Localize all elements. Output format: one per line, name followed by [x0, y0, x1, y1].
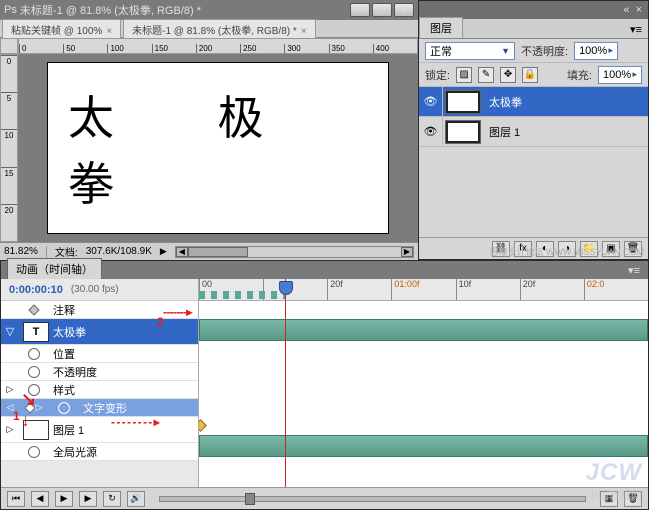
document-tabs: 粘贴关键帧 @ 100%× 未标题-1 @ 81.8% (太极拳, RGB/8)… — [0, 20, 418, 38]
expand-icon[interactable]: ▷ — [7, 424, 14, 435]
comments-track[interactable]: 注释 — [1, 301, 198, 319]
collapse-icon[interactable]: « — [623, 4, 629, 16]
scroll-left-icon[interactable]: ◀ — [176, 247, 188, 257]
window-title: 未标题-1 @ 81.8% (太极拳, RGB/8) * — [20, 2, 201, 18]
layer-row[interactable]: 👁 T 太极拳 — [419, 87, 648, 117]
rewind-button[interactable]: ⏮ — [7, 491, 25, 507]
close-icon[interactable]: × — [636, 4, 642, 16]
prev-frame-button[interactable]: ◀ — [31, 491, 49, 507]
layer-row[interactable]: 👁 图层 1 — [419, 117, 648, 147]
close-button[interactable]: × — [394, 3, 414, 17]
current-time[interactable]: 0:00:00:10 — [9, 284, 63, 296]
panel-menu-icon[interactable]: ▾≡ — [620, 262, 648, 279]
stopwatch-icon[interactable] — [28, 446, 40, 458]
property-text-warp[interactable]: ◁ ▷ 文字变形 — [1, 399, 198, 417]
canvas-text-layer[interactable]: 太 极 拳 — [68, 82, 408, 214]
app-icon: Ps — [4, 4, 17, 16]
lock-transparency-icon[interactable]: ▨ — [456, 67, 472, 83]
layer-thumbnail[interactable] — [445, 120, 481, 144]
next-frame-button[interactable]: ▶ — [79, 491, 97, 507]
watermark-text: 中国教程网 — [587, 487, 642, 503]
expand-icon[interactable]: ▽ — [6, 325, 14, 338]
lock-pixels-icon[interactable]: ✎ — [478, 67, 494, 83]
layer-name[interactable]: 图层 1 — [483, 124, 526, 140]
close-icon[interactable]: × — [301, 26, 307, 37]
doc-size-value: 307.6K/108.9K — [86, 246, 152, 257]
tab-layers[interactable]: 图层 — [419, 17, 463, 38]
canvas[interactable]: 太 极 拳 — [48, 63, 388, 233]
ruler-horizontal[interactable]: 050100150200250300350400 — [18, 38, 418, 54]
layers-list: 👁 T 太极拳 👁 图层 1 — [419, 87, 648, 237]
stopwatch-icon[interactable] — [28, 348, 40, 360]
lock-label: 锁定: — [425, 67, 450, 83]
watermark-logo: JCW — [586, 459, 642, 487]
expand-icon[interactable]: ▷ — [7, 384, 14, 395]
property-global-light[interactable]: 全局光源 — [1, 443, 198, 461]
visibility-icon[interactable]: 👁 — [424, 95, 438, 108]
work-area-bar[interactable] — [199, 291, 285, 299]
opacity-label: 不透明度: — [521, 43, 568, 59]
lock-position-icon[interactable]: ✥ — [500, 67, 516, 83]
layer-duration-bar[interactable] — [199, 435, 648, 457]
timeline-header-left: 0:00:00:10 (30.00 fps) — [1, 279, 198, 301]
timeline-tracks-area[interactable]: 00 20f 01:00f 10f 20f 02:0 — [199, 279, 648, 487]
blend-mode-select[interactable]: 正常▼ — [425, 42, 515, 60]
layer-thumbnail[interactable]: T — [445, 90, 481, 114]
panel-menu-icon[interactable]: ▾≡ — [624, 21, 648, 38]
timeline-ruler[interactable]: 00 20f 01:00f 10f 20f 02:0 — [199, 279, 648, 301]
visibility-icon[interactable]: 👁 — [424, 125, 438, 138]
timeline-zoom-slider[interactable] — [159, 496, 586, 502]
stopwatch-icon[interactable] — [58, 402, 70, 414]
layer-duration-bar[interactable] — [199, 319, 648, 341]
chevron-down-icon: ▼ — [501, 46, 510, 56]
property-opacity[interactable]: 不透明度 — [1, 363, 198, 381]
timeline-footer: ⏮ ◀ ▶ ▶ ↻ 🔊 ▦ 🗑 — [1, 487, 648, 509]
play-button[interactable]: ▶ — [55, 491, 73, 507]
watermark-text: 思缘设计论坛 WWW.MISSYUAN.COM — [490, 245, 645, 258]
property-style[interactable]: ▷ 样式 — [1, 381, 198, 399]
playhead-handle[interactable] — [279, 281, 293, 295]
property-position[interactable]: 位置 — [1, 345, 198, 363]
lock-all-icon[interactable]: 🔒 — [522, 67, 538, 83]
canvas-viewport[interactable]: 太 极 拳 — [18, 54, 418, 242]
scrollbar-thumb[interactable] — [188, 247, 248, 257]
timeline-layer-row[interactable]: ▷ 图层 1 — [1, 417, 198, 443]
timeline-layer-thumbnail — [23, 420, 49, 440]
slider-thumb[interactable] — [245, 493, 255, 505]
timeline-layer-row[interactable]: ▽ T太极拳 — [1, 319, 198, 345]
audio-button[interactable]: 🔊 — [127, 491, 145, 507]
fps-display[interactable]: (30.00 fps) — [71, 284, 119, 295]
fill-input[interactable]: 100%▸ — [598, 66, 642, 84]
window-titlebar[interactable]: Ps 未标题-1 @ 81.8% (太极拳, RGB/8) * ─ □ × — [0, 0, 418, 20]
zoom-level[interactable]: 81.82% — [4, 246, 38, 257]
timeline-panel: 动画（时间轴） ▾≡ 0:00:00:10 (30.00 fps) 注释 ▽ T… — [0, 260, 649, 510]
loop-button[interactable]: ↻ — [103, 491, 121, 507]
document-window: Ps 未标题-1 @ 81.8% (太极拳, RGB/8) * ─ □ × 粘贴… — [0, 0, 418, 260]
playhead-line[interactable] — [285, 279, 286, 487]
ruler-origin[interactable] — [0, 38, 18, 54]
keyframe-icon[interactable] — [28, 304, 39, 315]
layers-panel: « × 图层 ▾≡ 正常▼ 不透明度: 100%▸ — [418, 0, 649, 260]
stopwatch-icon[interactable] — [28, 366, 40, 378]
layer-name[interactable]: 太极拳 — [483, 94, 528, 110]
maximize-button[interactable]: □ — [372, 3, 392, 17]
doc-size-label: 文档: — [55, 244, 78, 259]
fill-label: 填充: — [567, 67, 592, 83]
scroll-right-icon[interactable]: ▶ — [401, 247, 413, 257]
info-menu-icon[interactable]: ▶ — [160, 246, 167, 257]
opacity-input[interactable]: 100%▸ — [574, 42, 618, 60]
keyframe-nav-icon[interactable] — [24, 402, 35, 413]
close-icon[interactable]: × — [106, 26, 112, 37]
stopwatch-icon[interactable] — [28, 384, 40, 396]
scrollbar-horizontal[interactable]: ◀ ▶ — [175, 246, 414, 258]
document-tab-2[interactable]: 未标题-1 @ 81.8% (太极拳, RGB/8) *× — [123, 19, 315, 39]
document-tab-1[interactable]: 粘贴关键帧 @ 100%× — [2, 19, 121, 39]
tab-animation-timeline[interactable]: 动画（时间轴） — [7, 258, 102, 279]
timeline-layer-thumbnail: T — [23, 322, 49, 342]
keyframe-marker[interactable] — [199, 419, 207, 432]
ruler-vertical[interactable]: 05101520 — [0, 54, 18, 242]
minimize-button[interactable]: ─ — [350, 3, 370, 17]
